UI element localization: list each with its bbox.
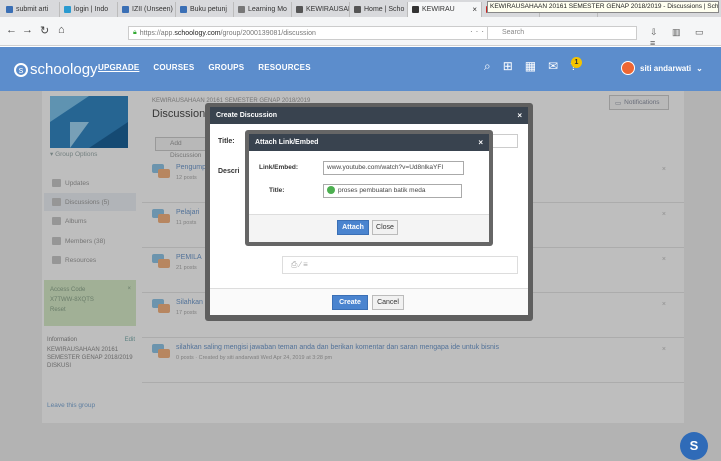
url-bar[interactable]: 🔒︎ https://app. schoology.com/group/20001… [128,26,493,40]
close-icon[interactable]: × [478,134,483,151]
attach-dialog-footer [249,214,489,242]
home-icon[interactable]: ⌂ [58,24,65,36]
tab-tooltip: KEWIRAUSAHAAN 20161 SEMESTER GENAP 2018/… [487,1,719,13]
attach-dialog-title: Attach Link/Embed [255,139,319,146]
schoology-logo[interactable]: s schoology [14,61,98,78]
browser-tab[interactable]: submit arti [2,2,60,17]
user-name: siti andarwati [640,63,692,73]
tab-label: KEWIRAU [422,6,455,13]
app-header: s schoology UPGRADE COURSES GROUPS RESOURCE… [0,47,721,91]
user-menu[interactable]: siti andarwati ⌄ [621,61,703,75]
reload-icon[interactable]: ↻ [40,24,49,37]
editor-toolbar[interactable]: ⎙ ∕ ≡ [282,256,518,274]
chevron-down-icon: ⌄ [696,63,703,73]
calendar-icon[interactable]: ▦ [525,59,536,74]
avatar [621,61,635,75]
notification-badge[interactable]: 1 [571,57,582,68]
link-type-icon [327,186,335,195]
close-button[interactable]: Close [372,220,398,235]
browser-navbar: ← → ↻ ⌂ 🔒︎ https://app. schoology.com/gro… [0,17,721,48]
link-embed-label: Link/Embed: [259,164,299,171]
dialog-header: Create Discussion × [210,107,528,124]
tab-label: Buku petunj [190,6,227,13]
back-icon[interactable]: ← [6,24,17,36]
logo-icon: s [14,62,28,77]
favicon-icon [238,6,245,13]
link-title-value: proses pembuatan batik meda [338,187,426,194]
url-domain: schoology.com [174,29,221,37]
browser-tab[interactable]: KEWIRAUSAH [292,2,350,17]
attach-dialog-header: Attach Link/Embed × [249,134,489,151]
header-icons: ⌕ ⊞ ▦ ✉ ? 1 [484,57,582,74]
tab-close-icon[interactable]: × [472,5,477,14]
lock-icon: 🔒︎ [133,29,137,36]
menu-item-groups[interactable]: GROUPS [208,63,244,72]
link-embed-input[interactable]: www.youtube.com/watch?v=Ud8nlkaYFI [323,161,464,175]
favicon-icon [64,6,71,13]
apps-grid-icon[interactable]: ⊞ [503,59,513,74]
tab-label: submit arti [16,6,49,13]
logo-text: schoology [30,61,98,78]
favicon-icon [412,6,419,13]
browser-tab[interactable]: KEWIRAU × [408,2,482,17]
dialog-title: Create Discussion [216,112,278,119]
link-title-label: Title: [269,187,285,194]
tab-label: IZII (Unseen) [132,6,173,13]
browser-search-input[interactable]: Search [487,26,637,40]
url-path: /group/2000139081/discussion [220,29,316,37]
menu-item-upgrade[interactable]: UPGRADE [98,63,139,72]
browser-tab[interactable]: IZII (Unseen) [118,2,176,17]
menu-item-resources[interactable]: RESOURCES [258,63,310,72]
browser-tab[interactable]: Buku petunj [176,2,234,17]
favicon-icon [354,6,361,13]
toolbar-icons[interactable]: ⇩ ▥ ▭ ≡ [650,27,721,48]
favicon-icon [180,6,187,13]
menu-item-courses[interactable]: COURSES [153,63,194,72]
attach-button[interactable]: Attach [337,220,369,235]
forward-icon[interactable]: → [22,24,33,36]
tab-label: Learning Mo [248,6,287,13]
browser-tab[interactable]: login | Indo [60,2,118,17]
browser-tab[interactable]: Home | Scho [350,2,408,17]
cancel-button[interactable]: Cancel [372,295,404,310]
messages-icon[interactable]: ✉ [548,59,558,74]
close-icon[interactable]: × [517,107,522,124]
search-icon[interactable]: ⌕ [484,59,491,74]
tab-label: login | Indo [74,6,109,13]
description-label: Descri [218,168,240,175]
tab-label: Home | Scho [364,6,405,13]
link-title-input[interactable]: proses pembuatan batik meda [323,184,462,198]
dialog-footer [210,288,528,315]
favicon-icon [6,6,13,13]
favicon-icon [122,6,129,13]
create-button[interactable]: Create [332,295,368,310]
tab-label: KEWIRAUSAH [306,6,350,13]
favicon-icon [296,6,303,13]
browser-tab[interactable]: Learning Mo [234,2,292,17]
title-label: Title: [218,138,235,145]
main-menu: UPGRADE COURSES GROUPS RESOURCES [98,63,311,72]
url-prefix: https://app. [139,29,175,37]
help-fab-button[interactable]: S [680,432,708,460]
